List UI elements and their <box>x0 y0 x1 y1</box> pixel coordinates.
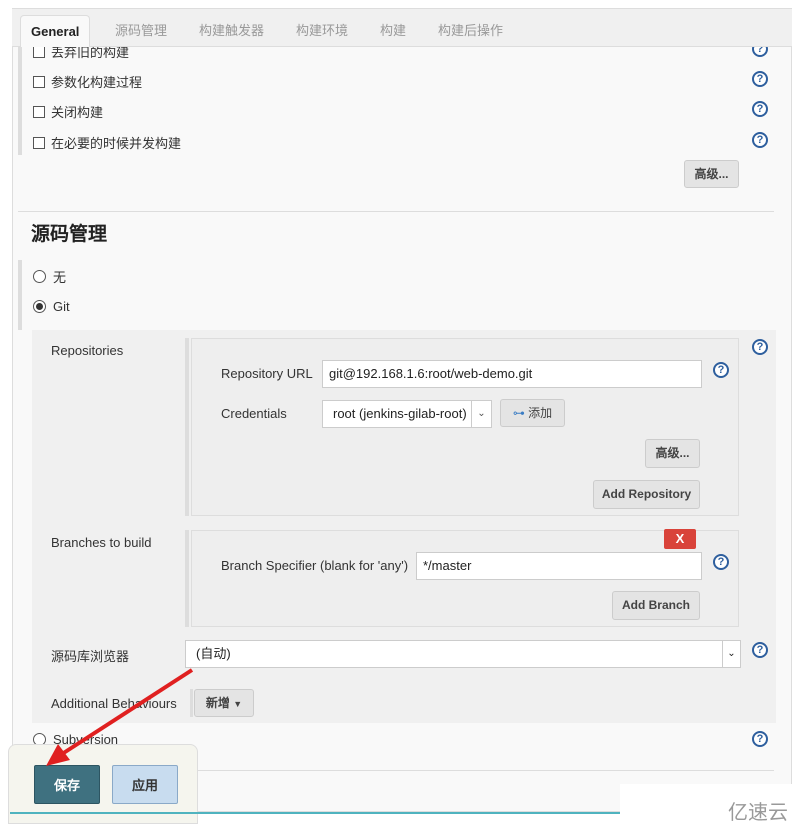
annotation-arrow-icon <box>46 668 194 766</box>
